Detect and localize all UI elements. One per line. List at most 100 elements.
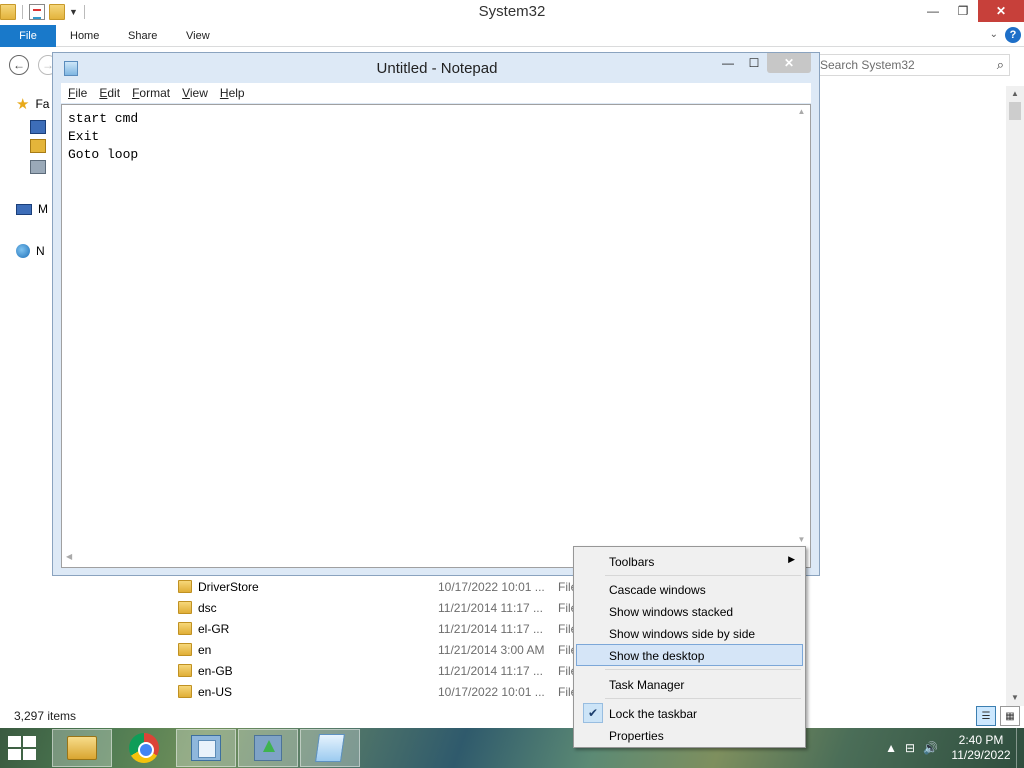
control-panel-icon: [191, 735, 221, 761]
notepad-maximize-button[interactable]: ☐: [741, 53, 767, 73]
taskbar-chrome[interactable]: [114, 729, 174, 767]
help-icon[interactable]: ?: [1005, 27, 1021, 43]
folder-icon: [178, 664, 192, 677]
search-input[interactable]: [817, 55, 977, 75]
scroll-down-arrow-icon[interactable]: ▼: [1006, 690, 1024, 706]
file-date: 11/21/2014 11:17 ...: [438, 622, 543, 636]
menu-item-label: Lock the taskbar: [609, 707, 698, 721]
menu-label: ile: [75, 86, 88, 100]
taskbar-file-explorer[interactable]: [52, 729, 112, 767]
show-desktop-button[interactable]: [1016, 728, 1024, 768]
notepad-window: Untitled - Notepad — ☐ ✕ File Edit Forma…: [52, 52, 820, 576]
downloads-icon[interactable]: [30, 139, 46, 153]
clock-time: 2:40 PM: [958, 733, 1004, 747]
upload-icon: [254, 735, 282, 761]
menu-item-cascade-windows[interactable]: Cascade windows: [576, 578, 803, 600]
menu-item-show-windows-side-by-side[interactable]: Show windows side by side: [576, 622, 803, 644]
scroll-left-arrow-icon[interactable]: ◀: [66, 552, 72, 561]
menu-item-show-windows-stacked[interactable]: Show windows stacked: [576, 600, 803, 622]
nav-item-label: N: [36, 244, 45, 258]
windows-logo-icon: [23, 749, 36, 760]
file-row[interactable]: dsc 11/21/2014 11:17 ... File: [178, 598, 578, 619]
menu-item-toolbars[interactable]: Toolbars ▶: [576, 550, 803, 572]
star-icon: ★: [16, 96, 30, 113]
file-name: el-GR: [198, 622, 230, 636]
file-row[interactable]: en 11/21/2014 3:00 AM File: [178, 640, 578, 661]
restore-button[interactable]: ❐: [948, 0, 978, 22]
menu-item-properties[interactable]: Properties: [576, 724, 803, 746]
file-explorer-icon: [67, 736, 97, 760]
scroll-up-arrow-icon[interactable]: ▲: [793, 107, 810, 121]
tab-view[interactable]: View: [186, 25, 210, 47]
nav-item-this-pc[interactable]: M: [16, 200, 48, 218]
tab-file[interactable]: File: [0, 25, 56, 47]
file-name: en-US: [198, 685, 233, 699]
nav-item-favorites[interactable]: ★ Fa: [16, 95, 49, 113]
search-icon[interactable]: ⌕: [997, 57, 1004, 73]
desktop-icon[interactable]: [30, 120, 46, 134]
clock[interactable]: 2:40 PM 11/29/2022: [946, 733, 1016, 763]
explorer-window-buttons: — ❐ ✕: [918, 0, 1024, 22]
notepad-vertical-scrollbar[interactable]: ▲ ▼: [793, 105, 810, 551]
menu-file[interactable]: File: [68, 86, 87, 100]
menu-label: dit: [107, 86, 121, 100]
explorer-titlebar[interactable]: ▼ System32 — ❐ ✕: [0, 0, 1024, 25]
file-list-scrollbar[interactable]: ▲ ▼: [1006, 86, 1024, 706]
minimize-button[interactable]: —: [918, 0, 948, 22]
recent-places-icon[interactable]: [30, 160, 46, 174]
folder-icon: [178, 622, 192, 635]
menu-item-task-manager[interactable]: Task Manager: [576, 673, 803, 695]
file-row[interactable]: el-GR 11/21/2014 11:17 ... File: [178, 619, 578, 640]
file-date: 11/21/2014 11:17 ...: [438, 664, 543, 678]
notepad-menubar: File Edit Format View Help: [61, 83, 811, 103]
notepad-content[interactable]: start cmd Exit Goto loop: [68, 110, 138, 164]
menu-item-label: Cascade windows: [609, 583, 706, 597]
file-date: 10/17/2022 10:01 ...: [438, 685, 545, 699]
volume-icon[interactable]: 🔊: [923, 741, 938, 755]
menu-edit[interactable]: Edit: [99, 86, 120, 100]
close-button[interactable]: ✕: [978, 0, 1024, 22]
scrollbar-thumb[interactable]: [1009, 102, 1021, 120]
large-icons-view-icon[interactable]: ▦: [1000, 706, 1020, 726]
tab-home[interactable]: Home: [70, 25, 99, 47]
menu-accesskey: V: [182, 86, 190, 100]
network-status-icon[interactable]: ⊟: [905, 741, 915, 755]
notepad-text-area[interactable]: start cmd Exit Goto loop ▲ ▼ ◀: [61, 104, 811, 568]
search-box[interactable]: ⌕: [816, 54, 1010, 76]
file-name: en: [198, 643, 212, 657]
taskbar-notepad[interactable]: [300, 729, 360, 767]
clock-date: 11/29/2022: [951, 748, 1011, 762]
menu-help[interactable]: Help: [220, 86, 245, 100]
expand-ribbon-icon[interactable]: ⌄: [990, 29, 998, 40]
menu-label: elp: [228, 86, 245, 100]
menu-view[interactable]: View: [182, 86, 208, 100]
notepad-minimize-button[interactable]: —: [715, 53, 741, 73]
taskbar-context-menu: Toolbars ▶ Cascade windows Show windows …: [573, 546, 806, 748]
back-button[interactable]: ←: [9, 55, 29, 75]
menu-item-label: Show windows side by side: [609, 627, 756, 641]
taskbar-upload-tool[interactable]: [238, 729, 298, 767]
file-row[interactable]: en-US 10/17/2022 10:01 ... File: [178, 682, 578, 703]
windows-logo-icon: [23, 736, 36, 747]
file-name: DriverStore: [198, 580, 259, 594]
status-item-count: 3,297 items: [14, 709, 77, 723]
menu-item-show-the-desktop[interactable]: Show the desktop: [576, 644, 803, 666]
tab-share[interactable]: Share: [128, 25, 157, 47]
menu-label: iew: [189, 86, 208, 100]
nav-item-label: M: [38, 202, 48, 216]
show-hidden-icons-icon[interactable]: ▲: [885, 741, 897, 755]
nav-item-network[interactable]: N: [16, 242, 45, 260]
start-button[interactable]: [8, 736, 38, 760]
menu-item-lock-the-taskbar[interactable]: ✔ Lock the taskbar: [576, 702, 803, 724]
windows-logo-icon: [8, 736, 21, 747]
menu-format[interactable]: Format: [132, 86, 170, 100]
scroll-up-arrow-icon[interactable]: ▲: [1006, 86, 1024, 102]
folder-icon: [178, 601, 192, 614]
file-row[interactable]: en-GB 11/21/2014 11:17 ... File: [178, 661, 578, 682]
details-view-icon[interactable]: ☰: [976, 706, 996, 726]
notepad-close-button[interactable]: ✕: [767, 53, 811, 73]
file-row[interactable]: DriverStore 10/17/2022 10:01 ... File: [178, 577, 578, 598]
network-icon: [16, 244, 30, 258]
taskbar-control-panel[interactable]: [176, 729, 236, 767]
menu-accesskey: H: [219, 86, 229, 100]
